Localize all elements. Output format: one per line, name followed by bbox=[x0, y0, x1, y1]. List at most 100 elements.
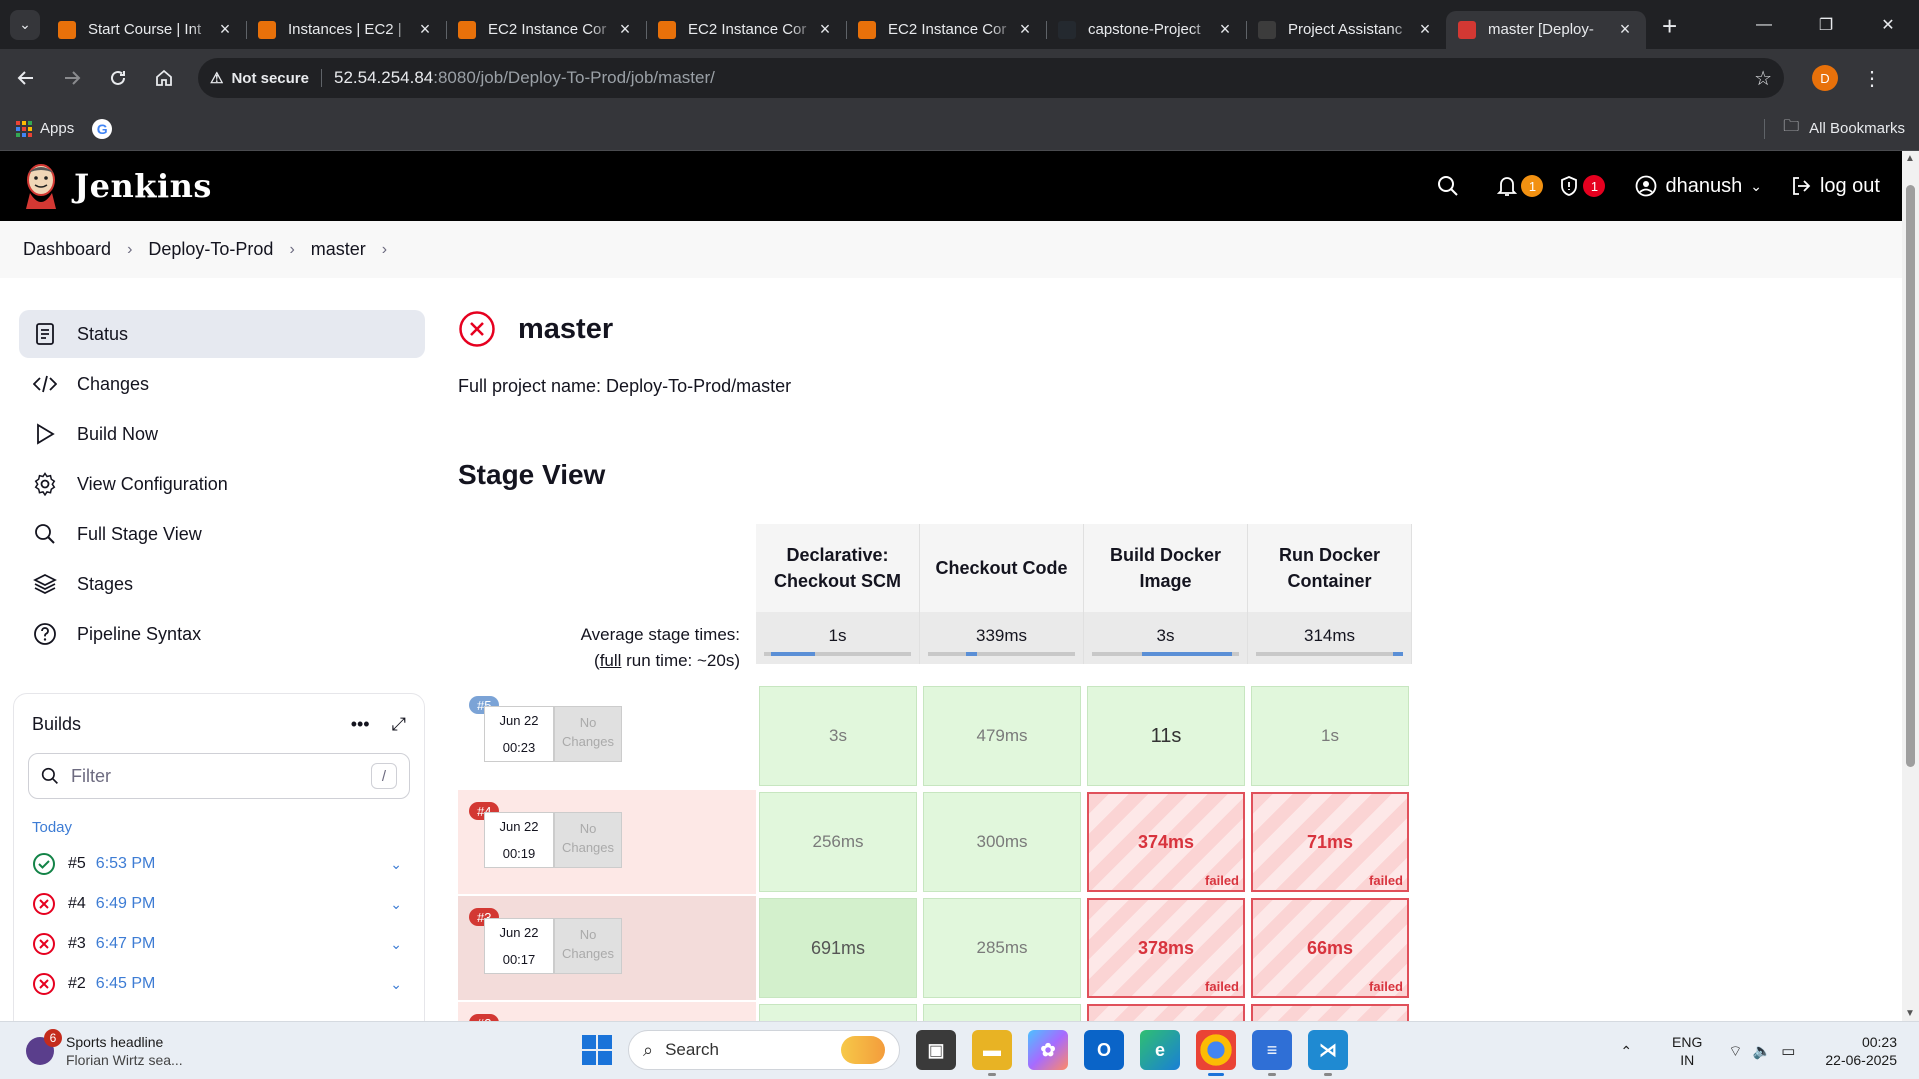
copilot-icon[interactable]: ✿ bbox=[1028, 1030, 1068, 1070]
chevron-up-icon[interactable]: ⌃ bbox=[1620, 1043, 1632, 1060]
tab-close-icon[interactable]: × bbox=[416, 19, 434, 40]
back-button[interactable] bbox=[6, 58, 46, 98]
taskbar-search[interactable]: ⌕ Search bbox=[628, 1030, 900, 1070]
breadcrumb-master[interactable]: master bbox=[311, 239, 366, 260]
new-tab-button[interactable]: + bbox=[1662, 11, 1677, 42]
close-window-icon[interactable]: ✕ bbox=[1857, 0, 1919, 49]
chevron-down-icon[interactable]: ⌄ bbox=[390, 976, 402, 993]
site-info-chip[interactable]: ⚠ Not secure bbox=[210, 69, 322, 87]
browser-tab[interactable]: Instances | EC2 | × bbox=[246, 11, 446, 49]
all-bookmarks-button[interactable]: 🗀 All Bookmarks bbox=[1764, 115, 1905, 142]
sidebar-item-pipeline-syntax[interactable]: Pipeline Syntax bbox=[19, 610, 425, 658]
search-icon[interactable] bbox=[1437, 175, 1459, 197]
build-time[interactable]: 6:45 PM bbox=[96, 975, 156, 993]
more-options-icon[interactable]: ••• bbox=[351, 714, 370, 735]
full-run-time-link[interactable]: full bbox=[600, 651, 622, 670]
vscode-icon[interactable]: ⋊ bbox=[1308, 1030, 1348, 1076]
build-time[interactable]: 6:49 PM bbox=[96, 895, 156, 913]
edge-icon[interactable]: e bbox=[1140, 1030, 1180, 1070]
language-indicator[interactable]: ENG IN bbox=[1672, 1033, 1702, 1069]
notifications-button[interactable]: 1 bbox=[1497, 175, 1544, 197]
clock[interactable]: 00:23 22-06-2025 bbox=[1825, 1033, 1897, 1069]
notepad-icon[interactable]: ≡ bbox=[1252, 1030, 1292, 1076]
stage-cell-success[interactable]: 11s bbox=[1087, 686, 1245, 786]
tab-close-icon[interactable]: × bbox=[216, 19, 234, 40]
build-number[interactable]: #4 bbox=[68, 895, 86, 913]
browser-menu-icon[interactable]: ⋮ bbox=[1862, 66, 1882, 91]
forward-button[interactable] bbox=[52, 58, 92, 98]
browser-tab[interactable]: EC2 Instance Cor × bbox=[446, 11, 646, 49]
jenkins-logo-link[interactable]: Jenkins bbox=[22, 163, 212, 209]
sidebar-item-full-stage-view[interactable]: Full Stage View bbox=[19, 510, 425, 558]
home-button[interactable] bbox=[144, 58, 184, 98]
outlook-icon[interactable]: O bbox=[1084, 1030, 1124, 1070]
breadcrumb-deploy-to-prod[interactable]: Deploy-To-Prod bbox=[148, 239, 273, 260]
build-number[interactable]: #3 bbox=[68, 935, 86, 953]
sidebar-item-status[interactable]: Status bbox=[19, 310, 425, 358]
build-list-item[interactable]: #5 6:53 PM ⌄ bbox=[14, 844, 424, 884]
quick-settings[interactable]: ⌔ 🔈 ▭ bbox=[1728, 1042, 1795, 1061]
profile-avatar[interactable]: D bbox=[1812, 65, 1838, 91]
stage-cell-success[interactable]: 1s bbox=[1251, 686, 1409, 786]
scroll-down-icon[interactable]: ▼ bbox=[1905, 1008, 1915, 1019]
bookmark-star-icon[interactable]: ☆ bbox=[1754, 66, 1772, 91]
chrome-icon[interactable] bbox=[1196, 1030, 1236, 1076]
tab-close-icon[interactable]: × bbox=[616, 19, 634, 40]
browser-tab[interactable]: master [Deploy- × bbox=[1446, 10, 1646, 49]
stage-cell-failed[interactable]: 378ms failed bbox=[1087, 898, 1245, 998]
restore-icon[interactable]: ❐ bbox=[1795, 0, 1857, 49]
sidebar-item-view-configuration[interactable]: View Configuration bbox=[19, 460, 425, 508]
chevron-down-icon[interactable]: ⌄ bbox=[390, 896, 402, 913]
build-time[interactable]: 6:53 PM bbox=[96, 855, 156, 873]
browser-tab[interactable]: Start Course | Int × bbox=[46, 11, 246, 49]
build-time[interactable]: 6:47 PM bbox=[96, 935, 156, 953]
stage-cell-failed[interactable]: 374ms failed bbox=[1087, 792, 1245, 892]
sidebar-item-changes[interactable]: Changes bbox=[19, 360, 425, 408]
builds-filter-input[interactable]: Filter / bbox=[28, 753, 410, 799]
build-number[interactable]: #2 bbox=[68, 975, 86, 993]
browser-tab[interactable]: capstone-Project × bbox=[1046, 11, 1246, 49]
browser-tab[interactable]: EC2 Instance Cor × bbox=[846, 11, 1046, 49]
apps-bookmark[interactable]: Apps bbox=[40, 120, 74, 137]
browser-tab[interactable]: Project Assistanc × bbox=[1246, 11, 1446, 49]
tab-close-icon[interactable]: × bbox=[1616, 19, 1634, 40]
stage-cell-failed[interactable]: 71ms failed bbox=[1251, 792, 1409, 892]
reload-button[interactable] bbox=[98, 58, 138, 98]
tab-close-icon[interactable]: × bbox=[1216, 19, 1234, 40]
build-list-item[interactable]: #3 6:47 PM ⌄ bbox=[14, 924, 424, 964]
stage-cell-failed[interactable]: 66ms failed bbox=[1251, 898, 1409, 998]
breadcrumb-dashboard[interactable]: Dashboard bbox=[23, 239, 111, 260]
user-menu[interactable]: dhanush ⌄ bbox=[1635, 175, 1762, 198]
chevron-down-icon[interactable]: ⌄ bbox=[390, 936, 402, 953]
chevron-right-icon[interactable]: › bbox=[382, 241, 387, 259]
stage-cell-success[interactable]: 285ms bbox=[923, 898, 1081, 998]
google-icon[interactable]: G bbox=[92, 118, 113, 139]
stage-cell-success[interactable]: 691ms bbox=[759, 898, 917, 998]
sidebar-item-build-now[interactable]: Build Now bbox=[19, 410, 425, 458]
tab-close-icon[interactable]: × bbox=[1416, 19, 1434, 40]
tab-close-icon[interactable]: × bbox=[816, 19, 834, 40]
task-view-icon[interactable]: ▣ bbox=[916, 1030, 956, 1070]
logout-button[interactable]: log out bbox=[1790, 175, 1880, 198]
windows-start-icon[interactable] bbox=[582, 1035, 612, 1065]
chevron-down-icon[interactable]: ⌄ bbox=[390, 856, 402, 873]
tab-close-icon[interactable]: × bbox=[1016, 19, 1034, 40]
browser-tab[interactable]: EC2 Instance Cor × bbox=[646, 11, 846, 49]
news-widget[interactable]: 6 Sports headline Florian Wirtz sea... bbox=[26, 1028, 183, 1069]
stage-cell-success[interactable]: 3s bbox=[759, 686, 917, 786]
expand-icon[interactable]: ⤢ bbox=[392, 714, 406, 735]
stage-cell-success[interactable]: 300ms bbox=[923, 792, 1081, 892]
scrollbar-thumb[interactable] bbox=[1906, 185, 1915, 767]
address-bar[interactable]: ⚠ Not secure 52.54.254.84:8080/job/Deplo… bbox=[198, 58, 1784, 98]
scroll-up-icon[interactable]: ▲ bbox=[1905, 153, 1915, 164]
security-button[interactable]: 1 bbox=[1559, 175, 1606, 197]
page-scrollbar[interactable]: ▲ ▼ bbox=[1902, 151, 1919, 1021]
file-explorer-icon[interactable]: ▬ bbox=[972, 1030, 1012, 1076]
tab-search-button[interactable]: ⌄ bbox=[10, 9, 40, 40]
stage-cell-success[interactable]: 256ms bbox=[759, 792, 917, 892]
build-number[interactable]: #5 bbox=[68, 855, 86, 873]
build-list-item[interactable]: #4 6:49 PM ⌄ bbox=[14, 884, 424, 924]
minimize-icon[interactable]: — bbox=[1733, 0, 1795, 49]
sidebar-item-stages[interactable]: Stages bbox=[19, 560, 425, 608]
stage-cell-success[interactable]: 479ms bbox=[923, 686, 1081, 786]
